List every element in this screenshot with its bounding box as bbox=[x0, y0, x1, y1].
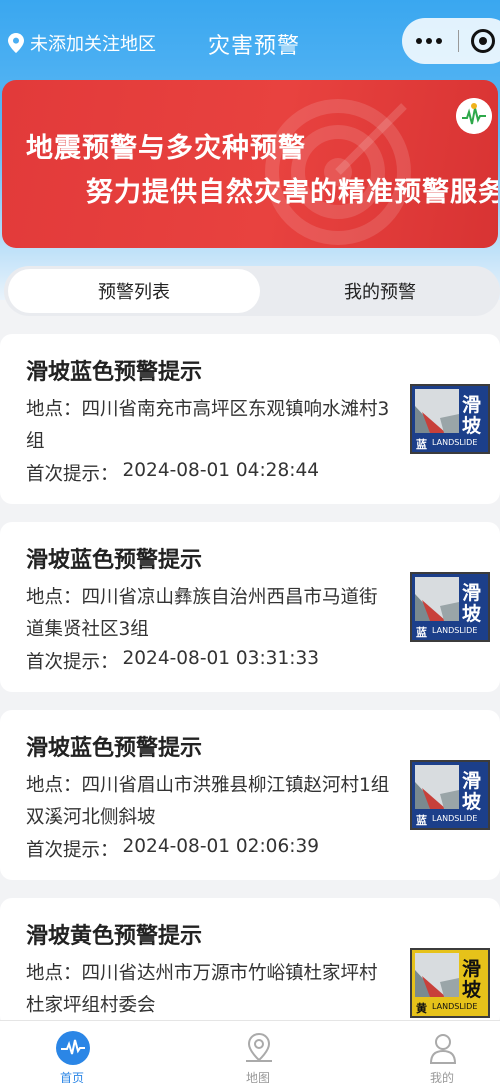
alert-time: 首次提示： 2024-08-01 02:06:39 bbox=[26, 836, 319, 862]
sign-en-text: LANDSLIDE bbox=[432, 626, 478, 635]
nav-label: 地图 bbox=[245, 1071, 270, 1083]
alert-location: 地点：四川省凉山彝族自治州西昌市马道街道集贤社区3组 bbox=[26, 582, 396, 646]
location-label: 地点： bbox=[26, 399, 82, 420]
sign-type-text: 坡 bbox=[462, 603, 482, 625]
sign-type-text: 坡 bbox=[462, 979, 482, 1001]
top-bar: 未添加关注地区 灾害预警 bbox=[0, 0, 500, 88]
miniapp-capsule bbox=[402, 18, 500, 64]
banner-subline: 努力提供自然灾害的精准预警服务 bbox=[86, 177, 498, 208]
time-value: 2024-08-01 02:06:39 bbox=[122, 836, 319, 857]
sign-en-text: LANDSLIDE bbox=[432, 814, 478, 823]
banner-headline: 地震预警与多灾种预警 bbox=[26, 133, 306, 164]
alert-title: 滑坡蓝色预警提示 bbox=[26, 360, 203, 385]
alert-title: 滑坡蓝色预警提示 bbox=[26, 736, 203, 761]
more-icon[interactable] bbox=[416, 38, 442, 44]
user-icon bbox=[429, 1034, 457, 1064]
sign-level-text: 蓝 bbox=[416, 626, 427, 639]
landslide-blue-sign-icon: 滑坡蓝 LANDSLIDE bbox=[410, 572, 490, 642]
sign-en-text: LANDSLIDE bbox=[432, 438, 478, 447]
alert-location: 地点：四川省眉山市洪雅县柳江镇赵河村1组双溪河北侧斜坡 bbox=[26, 770, 396, 834]
home-wave-icon bbox=[56, 1031, 90, 1065]
alert-title: 滑坡黄色预警提示 bbox=[26, 924, 203, 949]
map-pin-icon bbox=[246, 1032, 272, 1062]
sign-level-text: 黄 bbox=[416, 1002, 427, 1015]
alert-time: 首次提示： 2024-08-01 04:28:44 bbox=[26, 460, 319, 486]
tab-my-alerts[interactable]: 我的预警 bbox=[262, 266, 498, 316]
nav-label: 首页 bbox=[59, 1071, 84, 1083]
sign-level-text: 蓝 bbox=[416, 438, 427, 451]
location-label: 地点： bbox=[26, 775, 82, 796]
alert-title: 滑坡蓝色预警提示 bbox=[26, 548, 203, 573]
location-label: 地点： bbox=[26, 963, 82, 984]
tab-bar: 预警列表 我的预警 bbox=[4, 266, 500, 316]
location-pin-icon bbox=[8, 33, 24, 53]
landslide-blue-sign-icon: 滑坡蓝 LANDSLIDE bbox=[410, 760, 490, 830]
page-title: 灾害预警 bbox=[208, 34, 301, 59]
capsule-divider bbox=[458, 30, 459, 52]
alert-location: 地点：四川省南充市高坪区东观镇响水滩村3组 bbox=[26, 394, 396, 458]
location-label: 地点： bbox=[26, 587, 82, 608]
alert-card[interactable]: 滑坡黄色预警提示 地点：四川省达州市万源市竹峪镇杜家坪村杜家坪组村委会 滑坡黄L… bbox=[0, 898, 500, 1028]
alert-card[interactable]: 滑坡蓝色预警提示 地点：四川省南充市高坪区东观镇响水滩村3组 首次提示： 2024… bbox=[0, 334, 500, 504]
tab-label: 预警列表 bbox=[98, 282, 170, 303]
time-label: 首次提示： bbox=[26, 840, 119, 861]
alert-card[interactable]: 滑坡蓝色预警提示 地点：四川省凉山彝族自治州西昌市马道街道集贤社区3组 首次提示… bbox=[0, 522, 500, 692]
promo-banner[interactable]: 地震预警与多灾种预警 努力提供自然灾害的精准预警服务 bbox=[2, 80, 498, 248]
close-miniapp-icon[interactable] bbox=[471, 29, 495, 53]
alert-card[interactable]: 滑坡蓝色预警提示 地点：四川省眉山市洪雅县柳江镇赵河村1组双溪河北侧斜坡 首次提… bbox=[0, 710, 500, 880]
time-label: 首次提示： bbox=[26, 652, 119, 673]
nav-label: 我的 bbox=[429, 1071, 454, 1083]
alert-time: 首次提示： 2024-08-01 03:31:33 bbox=[26, 648, 319, 674]
sign-level-text: 蓝 bbox=[416, 814, 427, 827]
earthquake-logo-icon bbox=[456, 98, 492, 134]
bottom-nav: 首页 地图 我的 bbox=[0, 1020, 500, 1083]
time-label: 首次提示： bbox=[26, 464, 119, 485]
tab-alert-list[interactable]: 预警列表 bbox=[8, 269, 260, 313]
sign-type-text: 坡 bbox=[462, 415, 482, 437]
sign-en-text: LANDSLIDE bbox=[432, 1002, 478, 1011]
location-text: 未添加关注地区 bbox=[30, 34, 156, 55]
landslide-blue-sign-icon: 滑坡蓝 LANDSLIDE bbox=[410, 384, 490, 454]
tab-label: 我的预警 bbox=[344, 282, 416, 303]
time-value: 2024-08-01 04:28:44 bbox=[122, 460, 319, 481]
time-value: 2024-08-01 03:31:33 bbox=[122, 648, 319, 669]
location-selector[interactable]: 未添加关注地区 bbox=[8, 30, 156, 56]
alert-location: 地点：四川省达州市万源市竹峪镇杜家坪村杜家坪组村委会 bbox=[26, 958, 396, 1022]
sign-type-text: 坡 bbox=[462, 791, 482, 813]
landslide-yellow-sign-icon: 滑坡黄 LANDSLIDE bbox=[410, 948, 490, 1018]
